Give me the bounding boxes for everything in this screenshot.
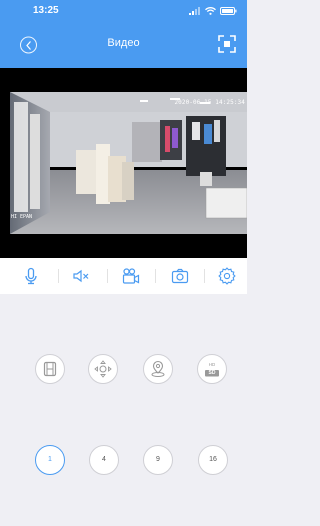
nav-bar: Видео bbox=[0, 22, 247, 68]
microphone-icon[interactable] bbox=[22, 267, 40, 285]
split-view-16[interactable]: 16 bbox=[198, 445, 228, 475]
camera-snapshot-icon[interactable] bbox=[171, 267, 189, 285]
fullscreen-button[interactable] bbox=[218, 35, 236, 53]
toolbar-divider bbox=[58, 269, 59, 283]
status-time: 13:25 bbox=[33, 5, 59, 16]
control-panel: HD SD 1 4 9 16 bbox=[0, 303, 247, 526]
ptz-direction-icon bbox=[94, 360, 112, 378]
status-icons bbox=[189, 6, 237, 16]
split-view-1[interactable]: 1 bbox=[35, 445, 65, 475]
video-side-label: HI EPAN bbox=[11, 214, 33, 220]
camera-feed bbox=[10, 92, 247, 234]
preset-location-icon bbox=[151, 360, 165, 377]
toolbar-divider bbox=[107, 269, 108, 283]
toolbar-divider bbox=[204, 269, 205, 283]
settings-gear-icon[interactable] bbox=[218, 267, 236, 285]
quality-label-sd: SD bbox=[208, 370, 216, 376]
preset-location-button[interactable] bbox=[143, 354, 173, 384]
hd-sd-quality-icon bbox=[205, 370, 219, 377]
fullscreen-icon bbox=[218, 35, 236, 53]
quality-button[interactable]: HD SD bbox=[197, 354, 227, 384]
film-playback-icon bbox=[43, 361, 57, 377]
mute-speaker-icon[interactable] bbox=[72, 267, 90, 285]
toolbar-divider bbox=[155, 269, 156, 283]
playback-button[interactable] bbox=[35, 354, 65, 384]
record-video-icon[interactable] bbox=[122, 267, 140, 285]
video-toolbar bbox=[0, 258, 247, 294]
wifi-icon bbox=[205, 2, 216, 20]
signal-icon bbox=[189, 2, 201, 20]
video-timestamp: 2020-06-15 14:25:34 bbox=[174, 99, 245, 106]
ptz-direction-button[interactable] bbox=[88, 354, 118, 384]
battery-icon bbox=[220, 2, 237, 20]
split-view-4[interactable]: 4 bbox=[89, 445, 119, 475]
status-bar: 13:25 bbox=[0, 0, 247, 22]
split-view-9[interactable]: 9 bbox=[143, 445, 173, 475]
video-player[interactable]: 2020-06-15 14:25:34 HI EPAN bbox=[0, 68, 247, 258]
quality-label-hd: HD bbox=[208, 362, 216, 367]
page-title: Видео bbox=[107, 37, 140, 49]
